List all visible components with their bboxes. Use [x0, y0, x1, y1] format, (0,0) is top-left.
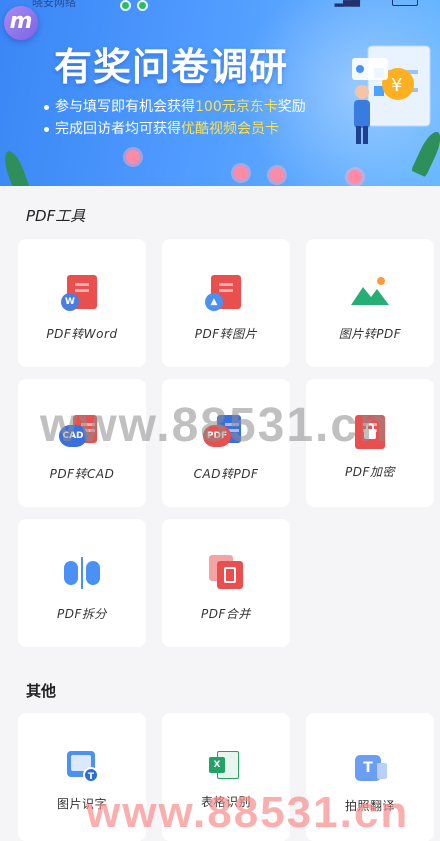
banner-line-2: 完成回访者均可获得优酷视频会员卡 — [44, 118, 279, 138]
table-recognition-icon: X — [209, 749, 241, 783]
wechat-icon — [120, 0, 131, 11]
flower-decoration — [348, 170, 362, 184]
bullet — [44, 126, 49, 132]
tool-label: PDF合并 — [201, 607, 251, 621]
status-bar: 晓安网络 ▂▄▆ — [0, 0, 440, 11]
other-tools-title: 其他 — [26, 682, 57, 700]
watermark-bottom: www.88531.cn — [86, 788, 410, 837]
tool-label: 图片转PDF — [338, 327, 402, 341]
app-icon — [137, 0, 148, 11]
tool-card-pdf-split[interactable]: PDF拆分 — [18, 519, 146, 647]
flower-decoration — [126, 150, 140, 164]
notification-icons — [120, 0, 154, 15]
bullet — [44, 104, 49, 110]
flower-decoration — [234, 166, 248, 180]
pdf-split-icon — [64, 555, 100, 589]
tool-label: PDF加密 — [345, 465, 395, 479]
battery-icon — [392, 0, 418, 6]
pdf-to-image-icon: ▲ — [205, 275, 241, 311]
line1-suffix: 奖励 — [277, 99, 306, 115]
app-logo[interactable]: m — [4, 6, 38, 40]
tool-card-pdf-to-image[interactable]: ▲ PDF转图片 — [162, 239, 290, 367]
tool-card-pdf-merge[interactable]: PDF合并 — [162, 519, 290, 647]
line2-prefix: 完成回访者均可获得 — [55, 121, 181, 137]
tool-label: PDF转Word — [46, 327, 118, 341]
flower-decoration — [270, 168, 284, 182]
banner-line-1: 参与填写即有机会获得100元京东卡奖励 — [44, 96, 306, 116]
tool-label: PDF转CAD — [49, 467, 115, 481]
image-to-pdf-icon — [351, 275, 389, 309]
excel-icon: X — [209, 757, 225, 773]
promo-banner[interactable]: 晓安网络 ▂▄▆ m 有奖问卷调研 参与填写即有机会获得100元京东卡奖励 完成… — [0, 0, 440, 186]
photo-translate-icon: T — [355, 749, 387, 783]
tool-label: PDF转图片 — [194, 327, 258, 341]
survey-illustration: ¥ — [340, 38, 440, 148]
pdf-to-word-icon: W — [61, 275, 97, 311]
line1-highlight: 100元京东卡 — [195, 99, 278, 115]
signal-icon: ▂▄▆ — [334, 0, 360, 7]
tool-label: CAD转PDF — [193, 467, 259, 481]
tool-card-pdf-to-word[interactable]: W PDF转Word — [18, 239, 146, 367]
pdf-tools-title: PDF工具 — [26, 207, 86, 225]
image-ocr-icon: T — [67, 749, 99, 783]
line1-prefix: 参与填写即有机会获得 — [55, 99, 195, 115]
banner-title: 有奖问卷调研 — [54, 45, 289, 89]
watermark: www.88531.cn — [40, 399, 391, 452]
yuan-icon: ¥ — [391, 75, 402, 96]
carrier-text: 晓安网络 — [32, 0, 76, 9]
leaf-decoration — [0, 148, 32, 186]
text-badge-icon: T — [83, 767, 99, 783]
tool-label: PDF拆分 — [57, 607, 107, 621]
tool-card-image-to-pdf[interactable]: 图片转PDF — [306, 239, 434, 367]
image-badge-icon: ▲ — [205, 293, 223, 311]
word-badge-icon: W — [61, 293, 79, 311]
line2-highlight: 优酷视频会员卡 — [181, 121, 279, 137]
pdf-merge-icon — [209, 555, 243, 589]
